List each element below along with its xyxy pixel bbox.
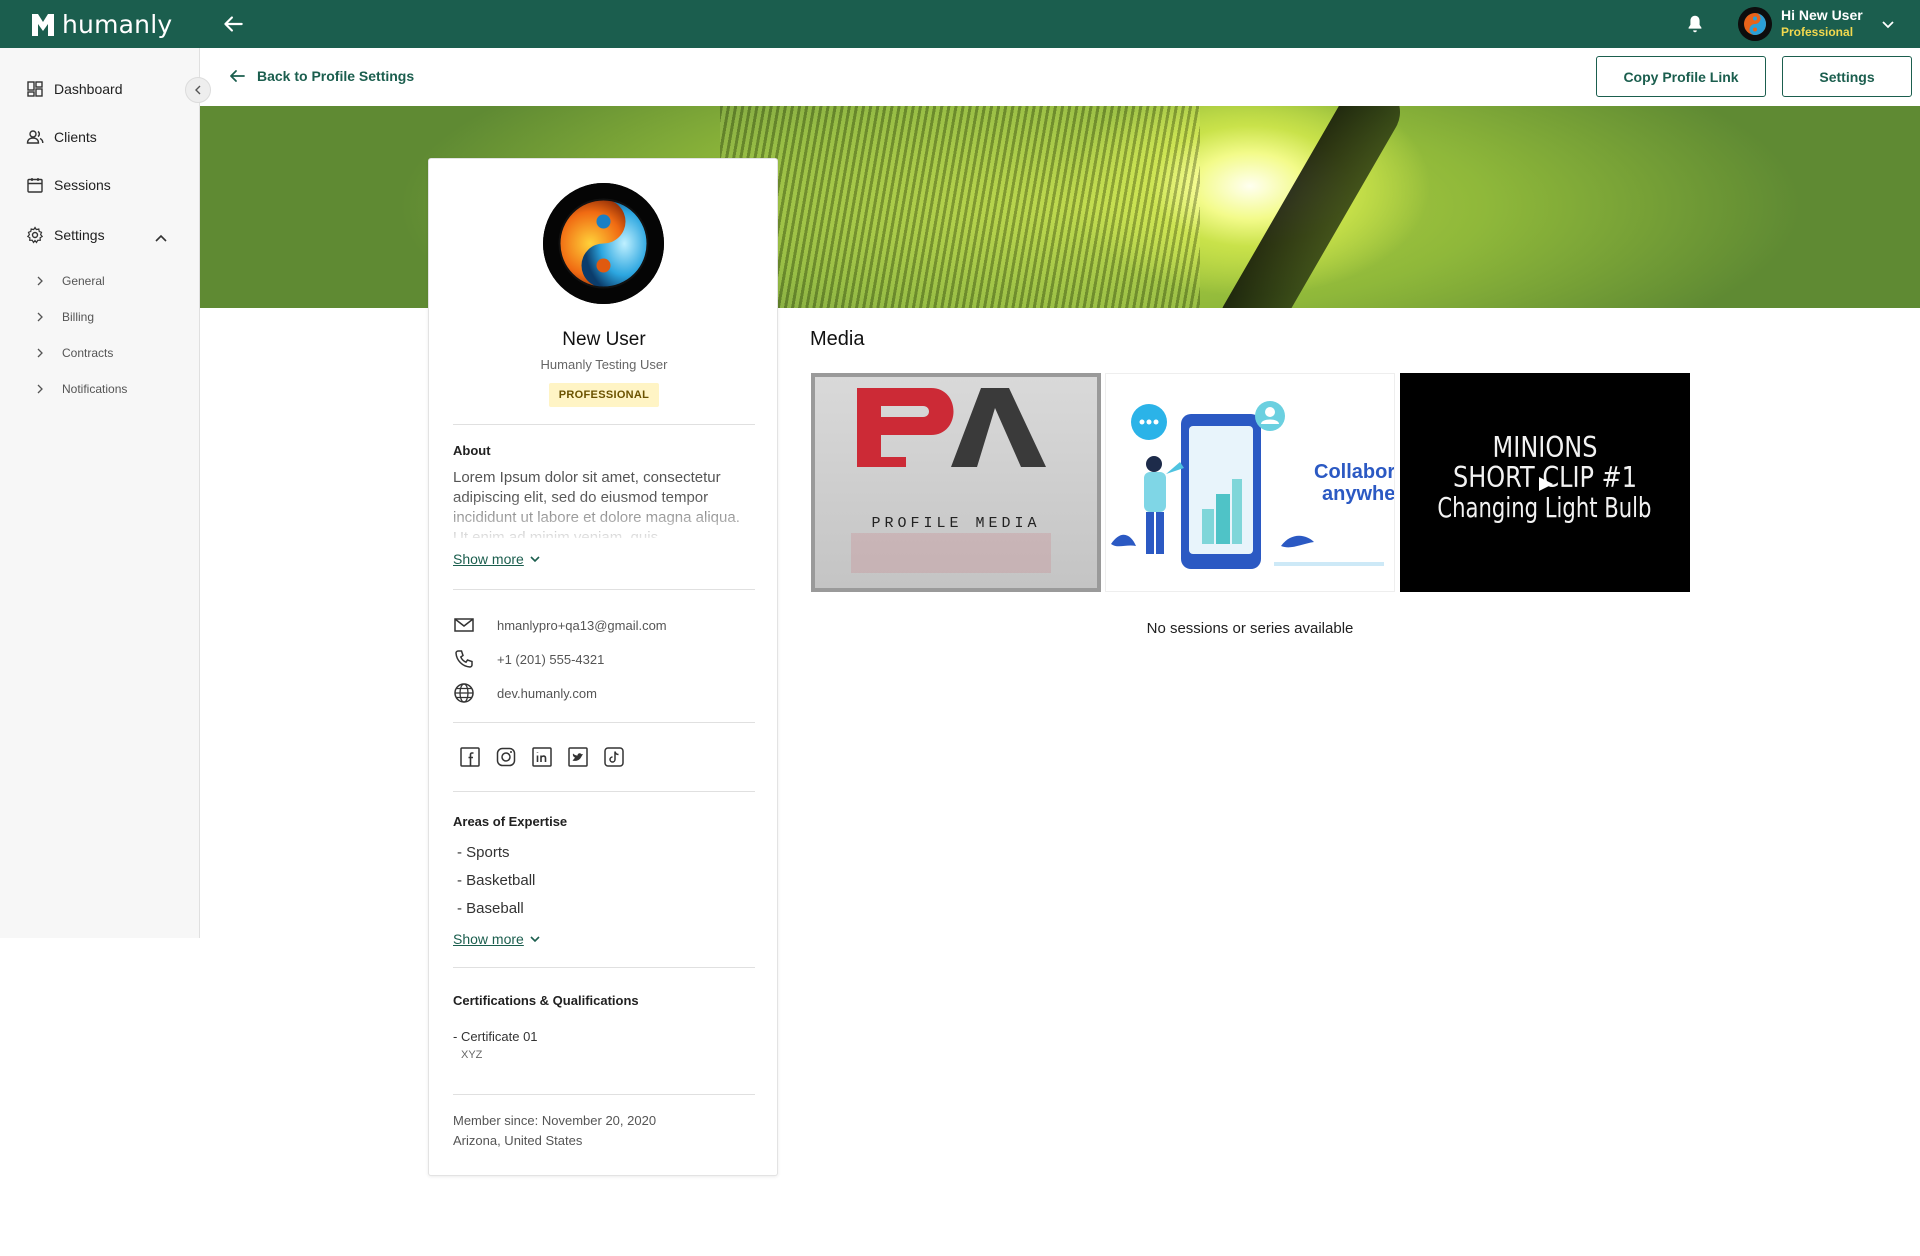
brand-name: humanly: [62, 10, 173, 39]
calendar-icon: [27, 178, 43, 193]
sidebar-subitem-general[interactable]: General: [34, 274, 105, 288]
sidebar-item-dashboard[interactable]: Dashboard: [26, 80, 123, 98]
show-more-label: Show more: [453, 931, 524, 947]
sidebar-subitem-notifications[interactable]: Notifications: [34, 382, 127, 396]
sidebar-subitem-label: General: [62, 274, 105, 288]
chevron-left-icon: [195, 85, 201, 95]
sidebar-subitem-label: Contracts: [62, 346, 114, 360]
chevron-up-icon[interactable]: [153, 231, 169, 247]
sidebar-item-clients[interactable]: Clients: [26, 128, 97, 146]
back-link-label: Back to Profile Settings: [257, 68, 415, 84]
media-thumbnail-collaboration[interactable]: Collabor anywhe: [1105, 373, 1395, 592]
tiktok-icon[interactable]: [603, 746, 625, 768]
expertise-item: - Baseball: [457, 900, 524, 917]
user-greeting: Hi New User: [1781, 7, 1863, 23]
top-bar: humanly Hi New User Professional: [0, 0, 1920, 48]
dashboard-icon: [27, 81, 43, 97]
profile-subtitle: Humanly Testing User: [540, 357, 668, 372]
facebook-icon[interactable]: [459, 746, 481, 768]
profile-avatar: [543, 183, 664, 304]
about-show-more-link[interactable]: Show more: [453, 551, 542, 567]
globe-icon: [454, 683, 474, 703]
member-since: Member since: November 20, 2020: [453, 1113, 657, 1128]
about-text: Lorem Ipsum dolor sit amet, consectetur …: [453, 469, 740, 538]
sidebar-item-label: Clients: [54, 129, 97, 145]
humanly-logo[interactable]: humanly: [30, 10, 172, 39]
video-title-line: SHORT CLIP #1: [1453, 461, 1637, 495]
divider: [453, 424, 755, 425]
sidebar-item-label: Dashboard: [54, 81, 123, 97]
divider: [453, 722, 755, 723]
phone-icon: [455, 650, 473, 668]
mail-icon: [454, 618, 474, 632]
chevron-right-icon: [37, 348, 43, 358]
settings-button[interactable]: Settings: [1782, 56, 1912, 97]
gear-icon: [26, 226, 44, 244]
expertise-item: - Sports: [457, 844, 510, 861]
sidebar-collapse-button[interactable]: [185, 77, 211, 103]
sidebar-item-sessions[interactable]: Sessions: [26, 176, 111, 194]
sidebar-subitem-billing[interactable]: Billing: [34, 310, 94, 324]
sidebar-item-label: Settings: [54, 227, 105, 243]
media-thumbnail-profile-media[interactable]: PROFILE MEDIA: [811, 373, 1101, 592]
user-role: Professional: [1781, 25, 1854, 39]
certifications-heading: Certifications & Qualifications: [453, 993, 639, 1008]
thumbnail-caption: PROFILE MEDIA: [871, 515, 1040, 532]
about-heading: About: [453, 443, 491, 458]
profile-card: New User Humanly Testing User PROFESSION…: [428, 158, 778, 1176]
expertise-show-more-link[interactable]: Show more: [453, 931, 542, 947]
instagram-icon[interactable]: [495, 746, 517, 768]
status-badge: PROFESSIONAL: [549, 383, 659, 407]
arrow-left-icon: [230, 70, 245, 82]
media-thumbnail-minions-video[interactable]: MINIONS SHORT CLIP #1 Changing Light Bul…: [1400, 373, 1690, 592]
location: Arizona, United States: [453, 1133, 583, 1148]
user-avatar[interactable]: [1738, 7, 1772, 41]
contact-website[interactable]: dev.humanly.com: [453, 682, 597, 704]
notification-bell-icon[interactable]: [1684, 13, 1706, 35]
website-text: dev.humanly.com: [497, 685, 597, 701]
sidebar-item-label: Sessions: [54, 177, 111, 193]
chevron-down-icon: [530, 936, 540, 943]
video-title-line: MINIONS: [1493, 431, 1598, 465]
sidebar-item-settings[interactable]: Settings: [26, 226, 105, 244]
show-more-label: Show more: [453, 551, 524, 567]
chevron-right-icon: [37, 276, 43, 286]
user-menu[interactable]: Hi New User Professional: [1781, 7, 1863, 40]
certificate-name: - Certificate 01: [453, 1029, 538, 1044]
divider: [453, 589, 755, 590]
linkedin-icon[interactable]: [531, 746, 553, 768]
sidebar-subitem-label: Notifications: [62, 382, 128, 396]
media-heading: Media: [810, 328, 865, 350]
chevron-right-icon: [37, 312, 43, 322]
contact-email[interactable]: hmanlypro+qa13@gmail.com: [453, 614, 667, 636]
video-title-line: Changing Light Bulb: [1437, 491, 1651, 524]
divider: [453, 1094, 755, 1095]
chevron-right-icon: [37, 384, 43, 394]
sidebar-subitem-label: Billing: [62, 310, 95, 324]
expertise-item: - Basketball: [457, 872, 536, 889]
twitter-icon[interactable]: [567, 746, 589, 768]
social-links: [459, 746, 639, 768]
sidebar-subitem-contracts[interactable]: Contracts: [34, 346, 113, 360]
email-text: hmanlypro+qa13@gmail.com: [497, 617, 667, 633]
certificate-issuer: XYZ: [461, 1049, 483, 1061]
copy-profile-link-button[interactable]: Copy Profile Link: [1596, 56, 1766, 97]
back-to-profile-settings-link[interactable]: Back to Profile Settings: [227, 66, 414, 86]
humanly-logo-icon: [32, 13, 54, 36]
thumbnail-caption: anywhe: [1322, 483, 1395, 505]
contact-phone[interactable]: +1 (201) 555-4321: [453, 648, 604, 670]
back-arrow-icon[interactable]: [220, 11, 246, 37]
expertise-heading: Areas of Expertise: [453, 814, 568, 829]
phone-text: +1 (201) 555-4321: [497, 651, 605, 667]
clients-icon: [26, 130, 44, 144]
sidebar: Dashboard Clients Sessions Settings Gene…: [0, 48, 200, 938]
profile-name: New User: [562, 329, 646, 350]
chevron-down-icon: [530, 556, 540, 563]
thumbnail-caption: Collabor: [1314, 461, 1395, 483]
empty-sessions-message: No sessions or series available: [1146, 620, 1354, 637]
chevron-down-icon[interactable]: [1880, 16, 1896, 32]
divider: [453, 791, 755, 792]
divider: [453, 967, 755, 968]
